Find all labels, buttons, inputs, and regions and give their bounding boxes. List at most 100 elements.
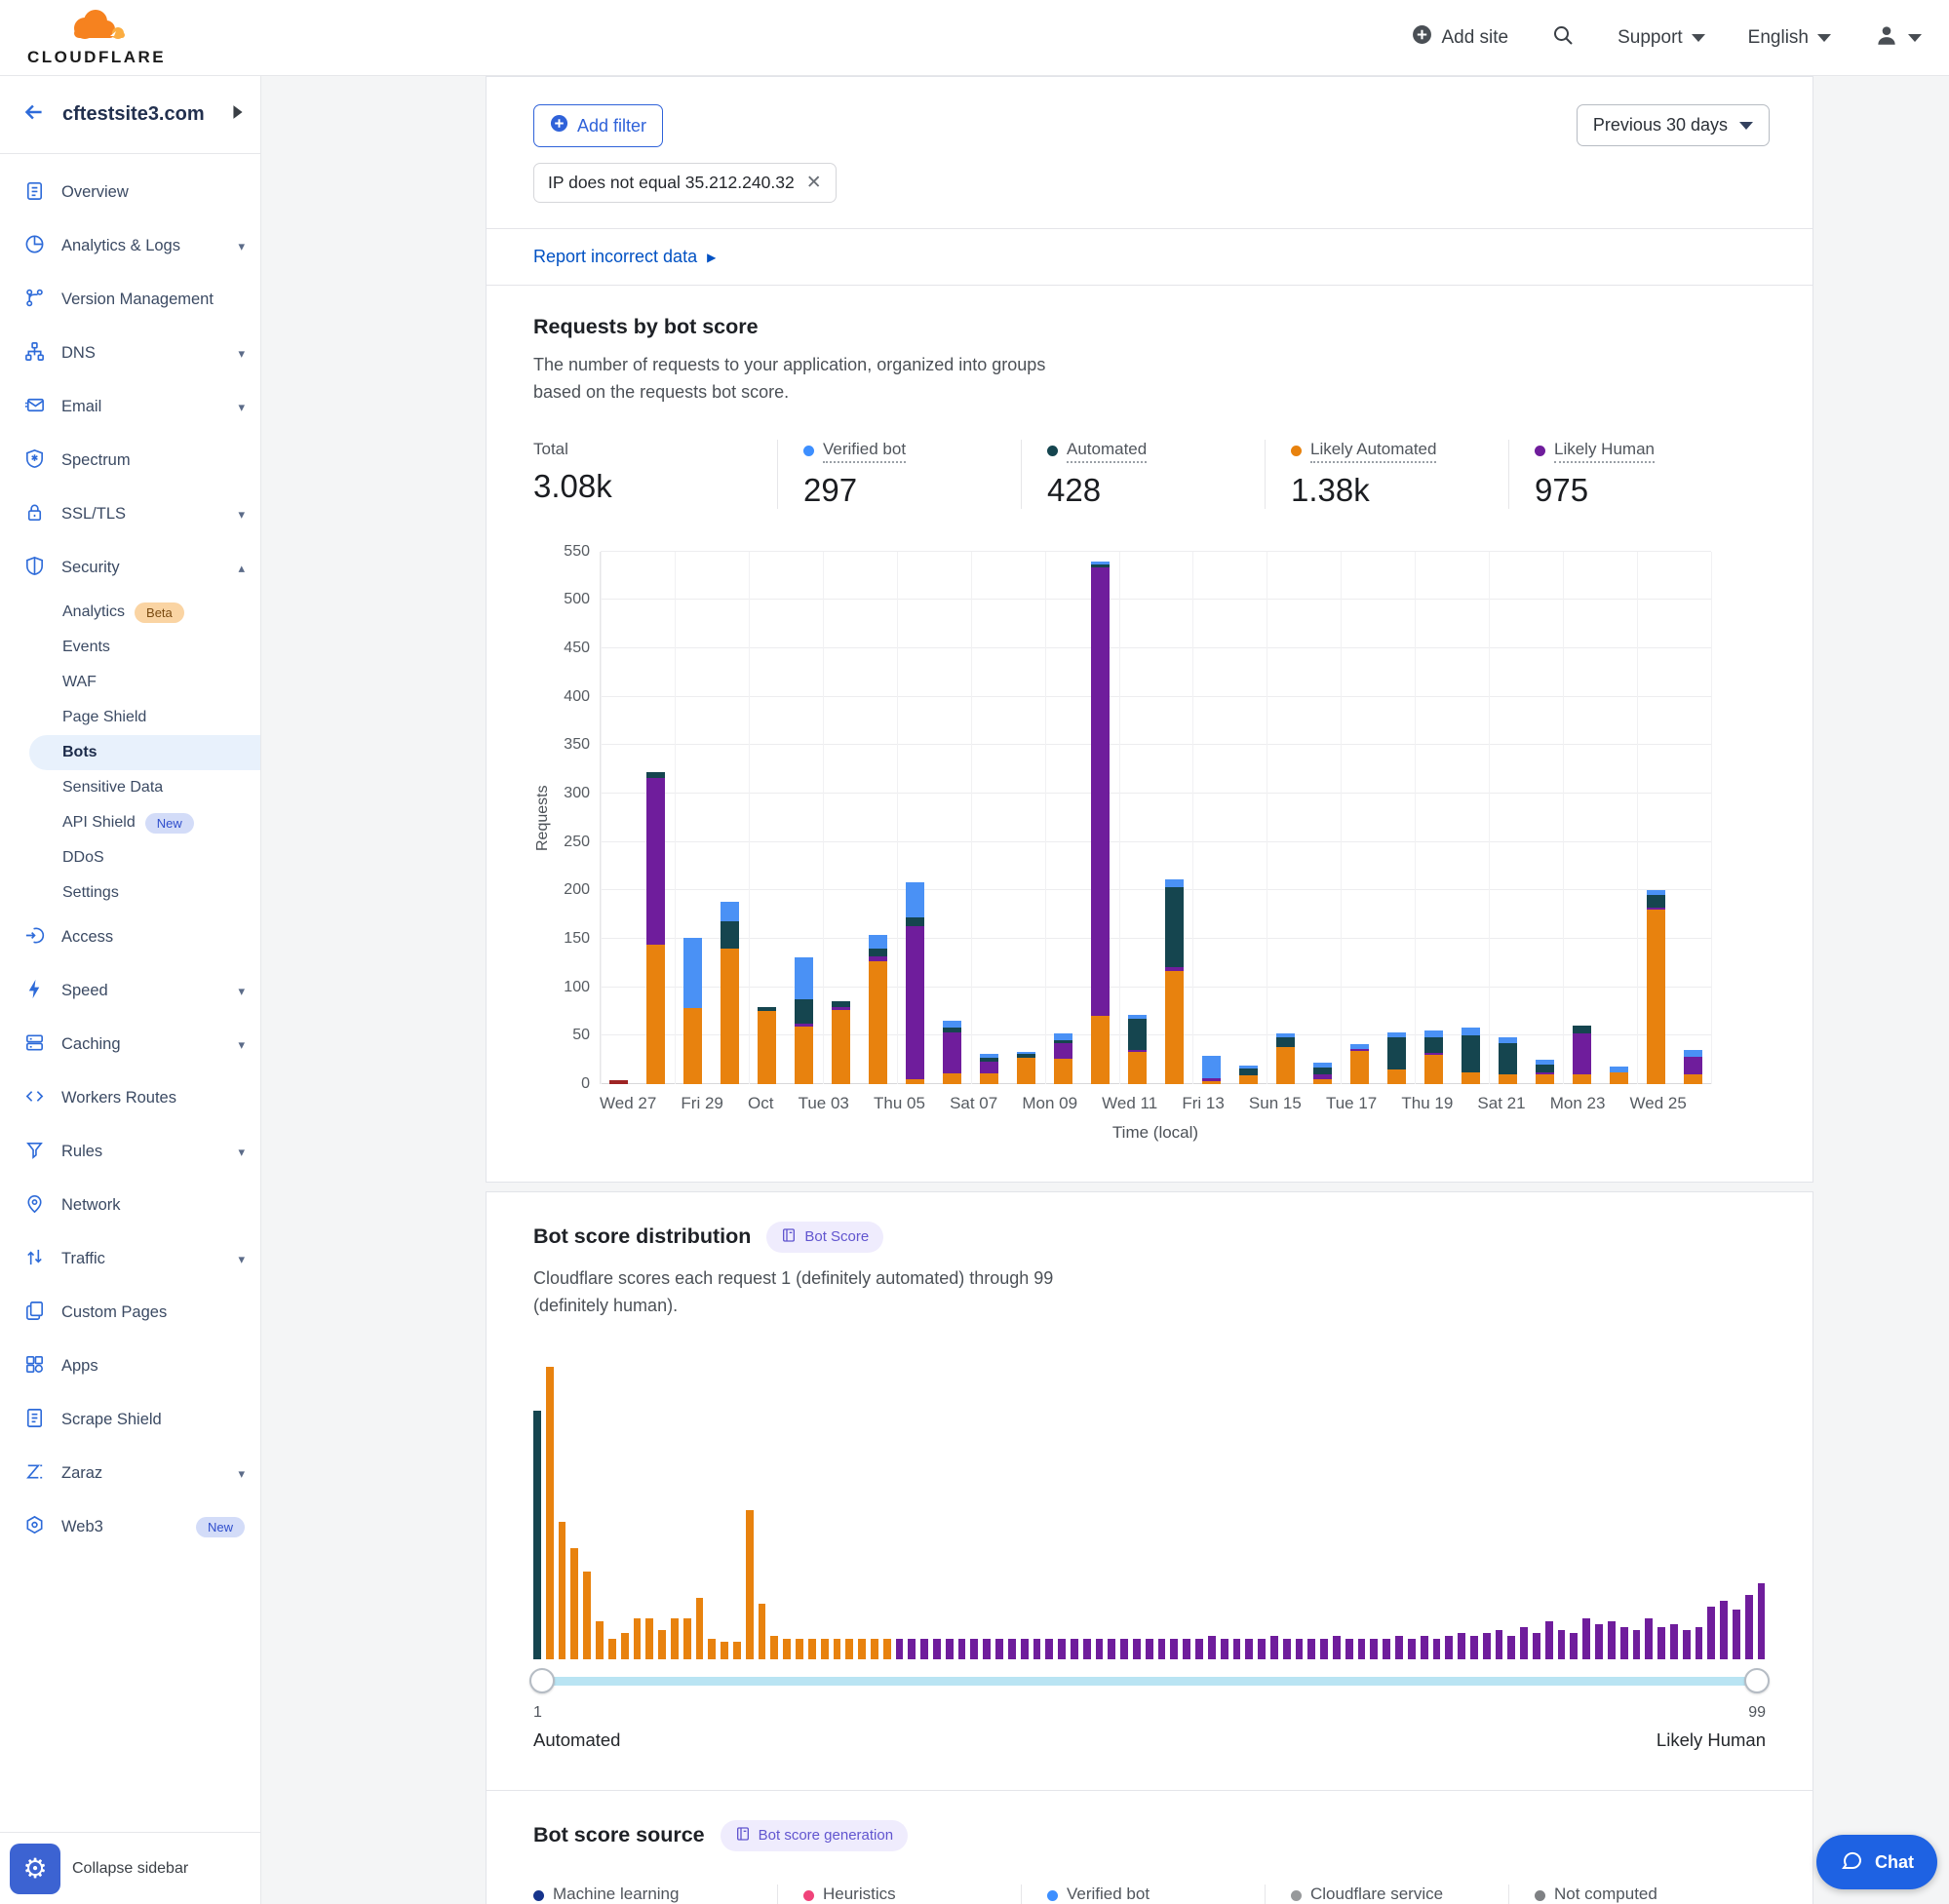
bar-sat-07[interactable] (971, 552, 1008, 1084)
score-bar-93[interactable] (1683, 1630, 1691, 1659)
score-bar-91[interactable] (1657, 1627, 1665, 1659)
score-bar-66[interactable] (1345, 1639, 1353, 1659)
score-bar-68[interactable] (1370, 1639, 1378, 1659)
score-bar-14[interactable] (696, 1598, 704, 1659)
add-filter-button[interactable]: Add filter (533, 104, 663, 147)
score-bar-20[interactable] (770, 1636, 778, 1659)
collapse-sidebar-button[interactable]: Collapse sidebar (72, 1860, 188, 1878)
add-site-button[interactable]: Add site (1412, 24, 1508, 51)
sidebar-item-analytics-logs[interactable]: Analytics & Logs▾ (0, 219, 260, 273)
score-bar-33[interactable] (933, 1639, 941, 1659)
score-bar-45[interactable] (1083, 1639, 1091, 1659)
language-menu[interactable]: English (1748, 27, 1831, 49)
sidebar-item-ssl-tls[interactable]: SSL/TLS▾ (0, 487, 260, 541)
sidebar-item-dns[interactable]: DNS▾ (0, 327, 260, 380)
score-bar-54[interactable] (1195, 1639, 1203, 1659)
sidebar-item-caching[interactable]: Caching▾ (0, 1018, 260, 1071)
sidebar-item-version-management[interactable]: Version Management (0, 273, 260, 327)
score-bar-29[interactable] (883, 1639, 891, 1659)
support-menu[interactable]: Support (1618, 27, 1705, 49)
score-bar-72[interactable] (1421, 1636, 1428, 1659)
filter-chip[interactable]: IP does not equal 35.212.240.32 ✕ (533, 163, 837, 203)
sidebar-item-speed[interactable]: Speed▾ (0, 964, 260, 1018)
bar-fri-06[interactable] (934, 552, 971, 1084)
bar-fri-29[interactable] (675, 552, 712, 1084)
score-bar-53[interactable] (1183, 1639, 1190, 1659)
bar-wed-25[interactable] (1637, 552, 1674, 1084)
score-bar-39[interactable] (1008, 1639, 1016, 1659)
score-bar-77[interactable] (1483, 1633, 1491, 1659)
sidebar-item-security[interactable]: Security▴ (0, 541, 260, 595)
bar-wed-18[interactable] (1378, 552, 1415, 1084)
sidebar-item-access[interactable]: Access (0, 911, 260, 964)
sidebar-subitem-events[interactable]: Events (0, 630, 260, 665)
score-bar-63[interactable] (1307, 1639, 1315, 1659)
score-bar-80[interactable] (1520, 1627, 1528, 1659)
bar-sat-21[interactable] (1489, 552, 1526, 1084)
score-bar-17[interactable] (733, 1642, 741, 1659)
score-bar-13[interactable] (683, 1618, 691, 1659)
score-bar-92[interactable] (1670, 1624, 1678, 1659)
score-bar-15[interactable] (708, 1639, 716, 1659)
score-bar-47[interactable] (1108, 1639, 1115, 1659)
bot-score-docs-badge[interactable]: Bot Score (766, 1222, 883, 1253)
stat-label[interactable]: Verified bot (823, 440, 906, 463)
chat-button[interactable]: Chat (1816, 1835, 1937, 1889)
stat-label[interactable]: Likely Automated (1310, 440, 1436, 463)
score-bar-4[interactable] (570, 1548, 578, 1659)
score-bar-61[interactable] (1283, 1639, 1291, 1659)
score-bar-24[interactable] (821, 1639, 829, 1659)
remove-filter-icon[interactable]: ✕ (806, 174, 822, 192)
score-bar-42[interactable] (1045, 1639, 1053, 1659)
score-bar-38[interactable] (995, 1639, 1003, 1659)
score-bar-44[interactable] (1071, 1639, 1078, 1659)
score-bar-78[interactable] (1496, 1630, 1503, 1659)
bar-sun-22[interactable] (1526, 552, 1563, 1084)
bar-sat-30[interactable] (712, 552, 749, 1084)
score-bar-37[interactable] (983, 1639, 991, 1659)
score-bar-73[interactable] (1433, 1639, 1441, 1659)
bar-sat-14[interactable] (1229, 552, 1267, 1084)
score-bar-70[interactable] (1395, 1636, 1403, 1659)
sidebar-item-spectrum[interactable]: Spectrum (0, 434, 260, 487)
stat-label[interactable]: Likely Human (1554, 440, 1655, 463)
score-bar-67[interactable] (1358, 1639, 1366, 1659)
score-bar-96[interactable] (1720, 1601, 1728, 1659)
score-bar-2[interactable] (546, 1367, 554, 1659)
bar-fri-13[interactable] (1193, 552, 1230, 1084)
bar-sun-15[interactable] (1267, 552, 1304, 1084)
score-bar-36[interactable] (970, 1639, 978, 1659)
score-bar-51[interactable] (1158, 1639, 1166, 1659)
score-bar-30[interactable] (896, 1639, 904, 1659)
score-bar-34[interactable] (946, 1639, 954, 1659)
sidebar-subitem-settings[interactable]: Settings (0, 875, 260, 911)
score-bar-43[interactable] (1058, 1639, 1066, 1659)
score-bar-57[interactable] (1233, 1639, 1241, 1659)
sidebar-subitem-analytics[interactable]: AnalyticsBeta (0, 595, 260, 630)
score-bar-82[interactable] (1545, 1621, 1553, 1659)
bar-wed-04[interactable] (860, 552, 897, 1084)
score-bar-26[interactable] (845, 1639, 853, 1659)
score-bar-3[interactable] (559, 1522, 566, 1659)
score-bar-19[interactable] (759, 1604, 766, 1659)
score-bar-1[interactable] (533, 1411, 541, 1659)
score-bar-62[interactable] (1296, 1639, 1304, 1659)
score-bar-16[interactable] (721, 1642, 728, 1659)
score-bar-35[interactable] (958, 1639, 966, 1659)
score-bar-25[interactable] (834, 1639, 841, 1659)
score-bar-81[interactable] (1533, 1633, 1540, 1659)
sidebar-subitem-sensitive-data[interactable]: Sensitive Data (0, 770, 260, 805)
report-incorrect-data-link[interactable]: Report incorrect data ▶ (533, 247, 716, 267)
score-bar-97[interactable] (1733, 1610, 1740, 1659)
score-bar-98[interactable] (1745, 1595, 1753, 1659)
score-bar-64[interactable] (1320, 1639, 1328, 1659)
score-bar-9[interactable] (634, 1618, 642, 1659)
score-bar-89[interactable] (1633, 1630, 1641, 1659)
score-bar-41[interactable] (1033, 1639, 1041, 1659)
score-bar-74[interactable] (1445, 1636, 1453, 1659)
sidebar-item-email[interactable]: Email▾ (0, 380, 260, 434)
sidebar-item-rules[interactable]: Rules▾ (0, 1125, 260, 1179)
score-bar-11[interactable] (658, 1630, 666, 1659)
score-bar-40[interactable] (1021, 1639, 1029, 1659)
bar-wed-11[interactable] (1119, 552, 1156, 1084)
